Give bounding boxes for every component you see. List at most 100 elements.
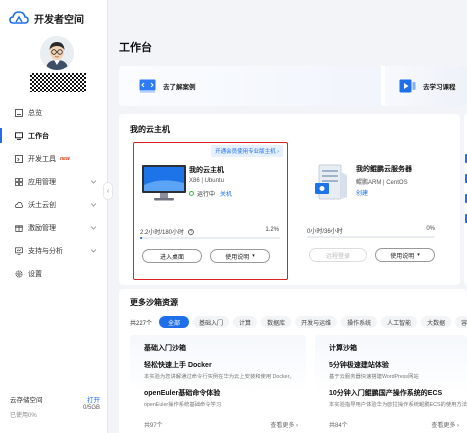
usage-progress-fill (140, 237, 142, 239)
sidebar-item-label: 激励管理 (28, 224, 56, 232)
section-title: 我的云主机 (130, 125, 170, 134)
chevron-down-icon (90, 203, 97, 207)
sandbox-panel: 更多沙箱资源 共227个 全部 基础入门 计算 数据库 开发与运维 操作系统 人… (119, 289, 467, 433)
filter-chip[interactable]: 大数据 (421, 316, 452, 328)
shutdown-link[interactable]: 关机 (220, 189, 232, 198)
view-more-link[interactable]: 查看更多 › (270, 420, 298, 429)
sidebar-item-settings[interactable]: 设置 (0, 262, 107, 285)
user-name-masked (30, 73, 86, 92)
usage-hours: 0小时/36小时 (307, 226, 343, 235)
filter-chip[interactable]: 数据库 (261, 316, 292, 328)
usage-label: 2.2小时/180小时 (140, 230, 185, 236)
quick-link-label: 去学习课程 (423, 84, 456, 91)
kunpeng-server-card: 我的鲲鹏云服务器 鲲鹏ARM | CentOS 创建 0小时/36小时 0% 远… (301, 142, 443, 280)
chevron-down-icon (90, 180, 97, 184)
host-name: 我的鲲鹏云服务器 (356, 166, 412, 173)
sidebar-item-label: 开发工具 (28, 155, 56, 163)
host-name: 我的云主机 (189, 167, 224, 174)
sidebar-item-overview[interactable]: 总览 (0, 101, 107, 124)
create-link[interactable]: 创建 (356, 188, 368, 197)
sidebar-item-label: 工作台 (28, 132, 49, 140)
sidebar: 开发者空间 总览 工作台 开发工具 new 应用管理 沃土云创 激励管理 支持与… (0, 0, 108, 433)
sandbox-item-title[interactable]: openEuler基础命令体验 (144, 388, 220, 398)
usage-percent: 1.2% (265, 227, 279, 233)
view-more-link[interactable]: 查看更多 › (431, 420, 459, 429)
button-label: 远程登录 (325, 253, 350, 260)
block-title: 基础入门沙箱 (144, 345, 186, 352)
enter-desktop-button[interactable]: 进入桌面 (142, 249, 202, 263)
sandbox-item-title[interactable]: 轻松快速上手 Docker (144, 360, 212, 370)
button-label: 使用说明 (225, 254, 250, 261)
host-os: 鲲鹏ARM | CentOS (356, 180, 408, 186)
cloud-host-card: 开通会员使用专业版主机 › 我的云主机 X86 | Ubuntu 运行中 关机 … (133, 142, 288, 280)
upgrade-promo-tag[interactable]: 开通会员使用专业版主机 › (211, 145, 283, 157)
quick-link-label: 去了解案例 (163, 84, 196, 91)
brand[interactable]: 开发者空间 (9, 8, 84, 28)
filter-chip[interactable]: 全部 (159, 316, 190, 328)
running-status-icon (189, 191, 194, 196)
cloud-storage: 云存储空间 打开 0/5GB 已使用0% (10, 394, 100, 419)
storage-label: 云存储空间 (10, 397, 43, 404)
sidebar-item-label: 总览 (28, 109, 42, 117)
avatar-illustration (40, 36, 74, 70)
monitor-icon (15, 246, 23, 255)
usage-guide-button[interactable]: 使用说明 ▾ (210, 249, 270, 263)
new-badge: new (60, 155, 70, 162)
chevron-down-icon: ▾ (252, 253, 255, 259)
sandbox-total: 共227个 (130, 320, 153, 327)
sidebar-item-label: 应用管理 (28, 178, 56, 186)
host-status: 运行中 关机 (189, 189, 232, 198)
chevron-down-icon: ▾ (417, 252, 420, 258)
sidebar-item-support[interactable]: 支持与分析 (0, 239, 107, 262)
chevron-down-icon (90, 226, 97, 230)
usage-guide-button[interactable]: 使用说明 ▾ (375, 248, 435, 262)
usage-hours: 2.2小时/180小时 ? (140, 227, 195, 236)
sandbox-item-title[interactable]: 10分钟入门鲲鹏国产操作系统的ECS (329, 388, 442, 398)
filter-chip[interactable]: 操作系统 (341, 316, 378, 328)
usage-progress-bar (140, 237, 280, 239)
sandbox-item-desc: openEuler操作系统基础命令学习 (144, 402, 222, 408)
block-count: 共84个 (329, 423, 348, 429)
sidebar-collapse-button[interactable]: ‹ (103, 182, 113, 200)
dev-tools-icon (15, 154, 23, 163)
cloud-rocket-icon (15, 201, 23, 208)
cloud-logo-icon (9, 11, 29, 24)
storage-open-link[interactable]: 打开 (87, 394, 100, 404)
help-icon[interactable]: ? (188, 228, 195, 235)
learn-courses-link[interactable]: 去学习课程 (385, 66, 467, 106)
filter-chip[interactable]: 开发与运维 (295, 316, 338, 328)
chevron-down-icon (90, 249, 97, 253)
sandbox-item-title[interactable]: 5分钟极速建站体验 (329, 360, 389, 370)
usage-percent: 0% (426, 226, 435, 232)
desktop-icon (15, 131, 23, 140)
video-play-icon (399, 79, 416, 93)
cloud-host-panel: 我的云主机 开通会员使用专业版主机 › 我的云主机 X86 | Ubuntu 运… (119, 114, 460, 285)
app-grid-icon (15, 177, 23, 186)
main-content: 工作台 去了解案例 去学习课程 我的云主机 开通会员使用专业版主机 › 我的云主… (108, 0, 467, 433)
promo-label: 开通会员使用专业版主机 (215, 149, 276, 155)
sandbox-block-basic: 基础入门沙箱 轻松快速上手 Docker 本实验为您讲解通过命令行实例在华为云上… (130, 335, 306, 433)
sandbox-block-compute: 计算沙箱 5分钟极速建站体验 基于云服务器快速搭建WordPress网站 10分… (315, 335, 467, 433)
sandbox-item-desc: 基于云服务器快速搭建WordPress网站 (329, 374, 419, 380)
sidebar-item-label: 沃土云创 (28, 201, 56, 209)
button-label: 使用说明 (390, 253, 415, 260)
filter-chip[interactable]: 容器 (455, 316, 467, 328)
filter-chip[interactable]: 人工智能 (381, 316, 418, 328)
sandbox-item-desc: 本实验为您讲解通过命令行实例在华为云上安装和使用 Docker。 (144, 374, 295, 380)
filter-chip[interactable]: 计算 (233, 316, 258, 328)
sidebar-item-dev-tools[interactable]: 开发工具 new (0, 147, 107, 170)
block-count: 共97个 (144, 423, 163, 429)
code-window-icon (139, 79, 156, 93)
learn-cases-link[interactable]: 去了解案例 (119, 66, 381, 106)
filter-chip[interactable]: 基础入门 (193, 316, 230, 328)
avatar[interactable] (40, 36, 74, 70)
quick-links: 去了解案例 去学习课程 (119, 66, 467, 106)
remote-login-button[interactable]: 远程登录 (309, 248, 367, 262)
button-label: 进入桌面 (159, 254, 184, 261)
sidebar-item-app-management[interactable]: 应用管理 (0, 170, 107, 193)
block-title: 计算沙箱 (329, 345, 357, 352)
host-os: X86 | Ubuntu (189, 178, 224, 184)
sidebar-item-wotu[interactable]: 沃土云创 (0, 193, 107, 216)
sidebar-item-incentives[interactable]: 激励管理 (0, 216, 107, 239)
sidebar-item-workbench[interactable]: 工作台 (0, 124, 107, 147)
